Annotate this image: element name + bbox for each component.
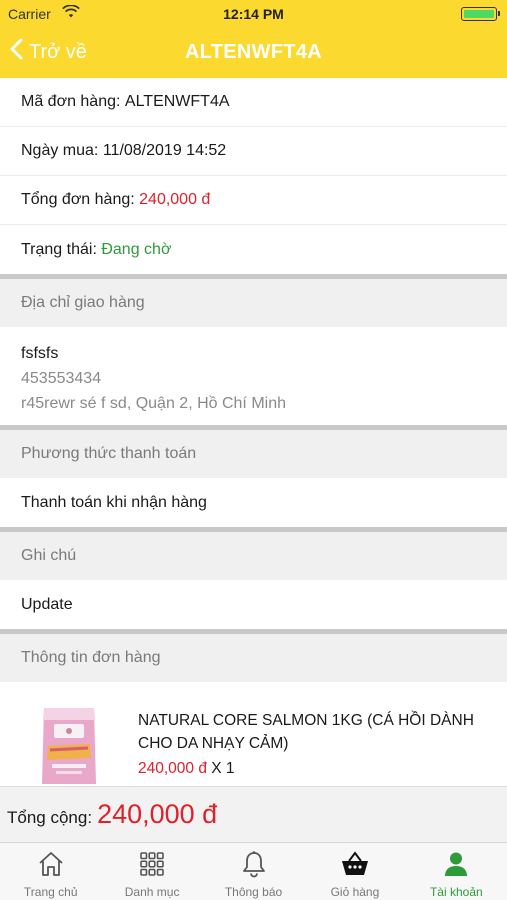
order-total-row: Tổng đơn hàng: 240,000 đ (0, 176, 507, 225)
page-title: ALTENWFT4A (184, 41, 323, 63)
basket-icon (340, 849, 370, 879)
order-code-label: Mã đơn hàng: (21, 93, 121, 110)
order-date-row: Ngày mua: 11/08/2019 14:52 (0, 127, 507, 176)
order-summary-bar: Tổng cộng: 240,000 đ (0, 786, 507, 842)
product-price-line: 240,000 đ X 1 (138, 760, 235, 778)
payment-heading: Phương thức thanh toán (0, 430, 507, 478)
order-status-value: Đang chờ (101, 240, 172, 258)
product-price: 240,000 đ (138, 760, 207, 777)
items-heading: Thông tin đơn hàng (0, 634, 507, 682)
order-total-label: Tổng đơn hàng: (21, 191, 135, 208)
user-icon (441, 849, 471, 879)
shipping-heading: Địa chỉ giao hàng (0, 279, 507, 327)
bell-icon (239, 849, 269, 879)
order-status-row: Trạng thái: Đang chờ (0, 225, 507, 274)
summary-label: Tổng cộng: (7, 807, 93, 827)
tab-categories[interactable]: Danh mục (101, 843, 202, 900)
note-text: Update (21, 595, 73, 613)
recipient-address: r45rewr sé f sd, Quận 2, Hồ Chí Minh (21, 395, 286, 412)
tab-label: Tài khoản (429, 885, 483, 899)
tab-home[interactable]: Trang chủ (0, 843, 101, 900)
tab-label: Danh mục (124, 885, 180, 899)
order-date-value: 11/08/2019 14:52 (102, 142, 227, 159)
tab-notifications[interactable]: Thông báo (203, 843, 304, 900)
list-item[interactable]: NATURAL CORE SALMON 1KG (CÁ HỒI DÀNH CHO… (0, 696, 507, 788)
order-date-label: Ngày mua: (21, 142, 99, 159)
order-code-value: ALTENWFT4A (124, 93, 230, 110)
payment-method: Thanh toán khi nhận hàng (21, 493, 207, 511)
grid-icon (137, 849, 167, 879)
summary-amount: 240,000 đ (97, 799, 218, 829)
recipient-phone: 453553434 (21, 370, 102, 387)
order-code-row: Mã đơn hàng: ALTENWFT4A (0, 78, 507, 127)
tab-bar: Trang chủ Danh mục Thông báo Giỏ hàng Tà… (0, 842, 507, 900)
tab-account[interactable]: Tài khoản (406, 843, 507, 900)
battery-icon (461, 7, 500, 21)
order-status-label: Trạng thái: (21, 240, 97, 258)
note-heading: Ghi chú (0, 532, 507, 580)
recipient-name: fsfsfs (21, 345, 59, 362)
tab-cart[interactable]: Giỏ hàng (304, 843, 405, 900)
tab-label: Trang chủ (23, 885, 78, 899)
product-quantity: X 1 (211, 760, 235, 777)
shipping-address-block: fsfsfs 453553434 r45rewr sé f sd, Quận 2… (0, 327, 507, 425)
navigation-bar: Trở về ALTENWFT4A (0, 28, 507, 78)
product-image (40, 706, 98, 786)
product-name: NATURAL CORE SALMON 1KG (CÁ HỒI DÀNH CHO… (138, 712, 474, 752)
status-bar: Carrier 12:14 PM (0, 0, 507, 28)
home-icon (36, 849, 66, 879)
tab-label: Thông báo (224, 885, 283, 899)
order-detail: Mã đơn hàng: ALTENWFT4A Ngày mua: 11/08/… (0, 78, 507, 682)
clock: 12:14 PM (223, 6, 284, 22)
order-total-value: 240,000 đ (139, 191, 211, 208)
tab-label: Giỏ hàng (330, 885, 380, 899)
